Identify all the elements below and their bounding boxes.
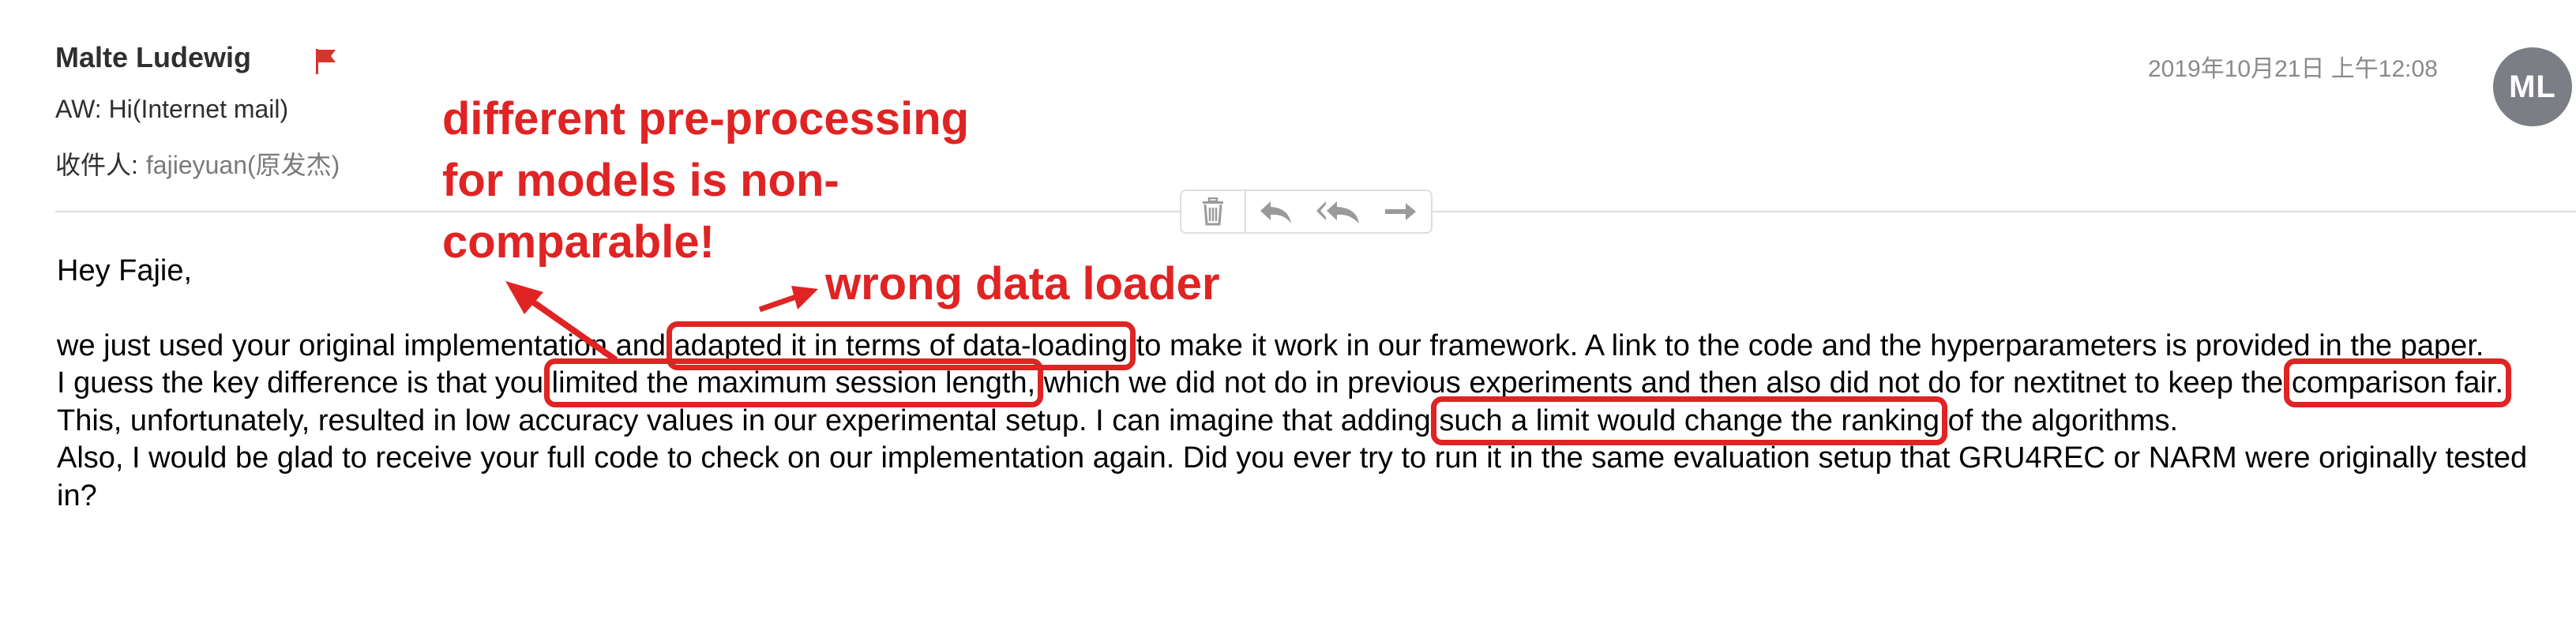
body-paragraph-2: I guess the key difference is that you l…	[57, 358, 2560, 445]
recipient-label: 收件人:	[55, 151, 138, 179]
annotation-line: for models is non-	[442, 155, 839, 206]
highlight-ranking: such a limit would change the ranking	[1431, 396, 1948, 445]
body-text: to make it work in our framework. A link…	[1128, 328, 2484, 362]
reply-all-icon	[1316, 201, 1359, 223]
annotation-data-loader: wrong data loader	[825, 258, 1220, 310]
body-text: I guess the key difference is that you	[57, 366, 552, 400]
body-paragraph-1: we just used your original implementatio…	[57, 321, 2560, 370]
flag-icon[interactable]	[314, 47, 338, 74]
highlight-data-loading: adapted it in terms of data-loading	[666, 321, 1136, 370]
annotation-preprocessing: different pre-processing for models is n…	[442, 88, 969, 273]
highlight-session-length: limited the maximum session length,	[543, 358, 1044, 407]
trash-icon	[1202, 197, 1223, 226]
email-viewer: Malte Ludewig AW: Hi(Internet mail) 收件人:…	[0, 0, 2576, 619]
email-timestamp: 2019年10月21日 上午12:08	[2148, 56, 2438, 82]
reply-icon	[1260, 201, 1292, 223]
recipient-row: 收件人: fajieyuan(原发杰)	[55, 145, 340, 182]
delete-button[interactable]	[1181, 191, 1246, 232]
body-text: of the algorithms.	[1940, 403, 2179, 437]
email-subject: AW: Hi(Internet mail)	[55, 95, 289, 123]
body-text: we just used your original implementatio…	[57, 328, 674, 362]
forward-icon	[1385, 203, 1417, 220]
email-greeting: Hey Fajie,	[57, 254, 193, 287]
body-text: This, unfortunately, resulted in low acc…	[57, 403, 1440, 437]
email-body: Hey Fajie, we just used your original im…	[57, 253, 2560, 515]
reply-button[interactable]	[1246, 191, 1308, 232]
reply-all-button[interactable]	[1307, 191, 1370, 232]
body-text: which we did not do in previous experime…	[1035, 366, 2292, 400]
body-paragraph-3: Also, I would be glad to receive your fu…	[57, 441, 2528, 512]
highlight-comparison-fair: comparison fair.	[2283, 358, 2512, 407]
message-toolbar	[1180, 189, 1433, 234]
sender-name[interactable]: Malte Ludewig	[55, 41, 251, 74]
avatar[interactable]: ML	[2493, 47, 2572, 126]
recipient-name[interactable]: fajieyuan(原发杰)	[146, 151, 340, 179]
forward-button[interactable]	[1370, 191, 1432, 232]
annotation-line: different pre-processing	[442, 93, 970, 144]
